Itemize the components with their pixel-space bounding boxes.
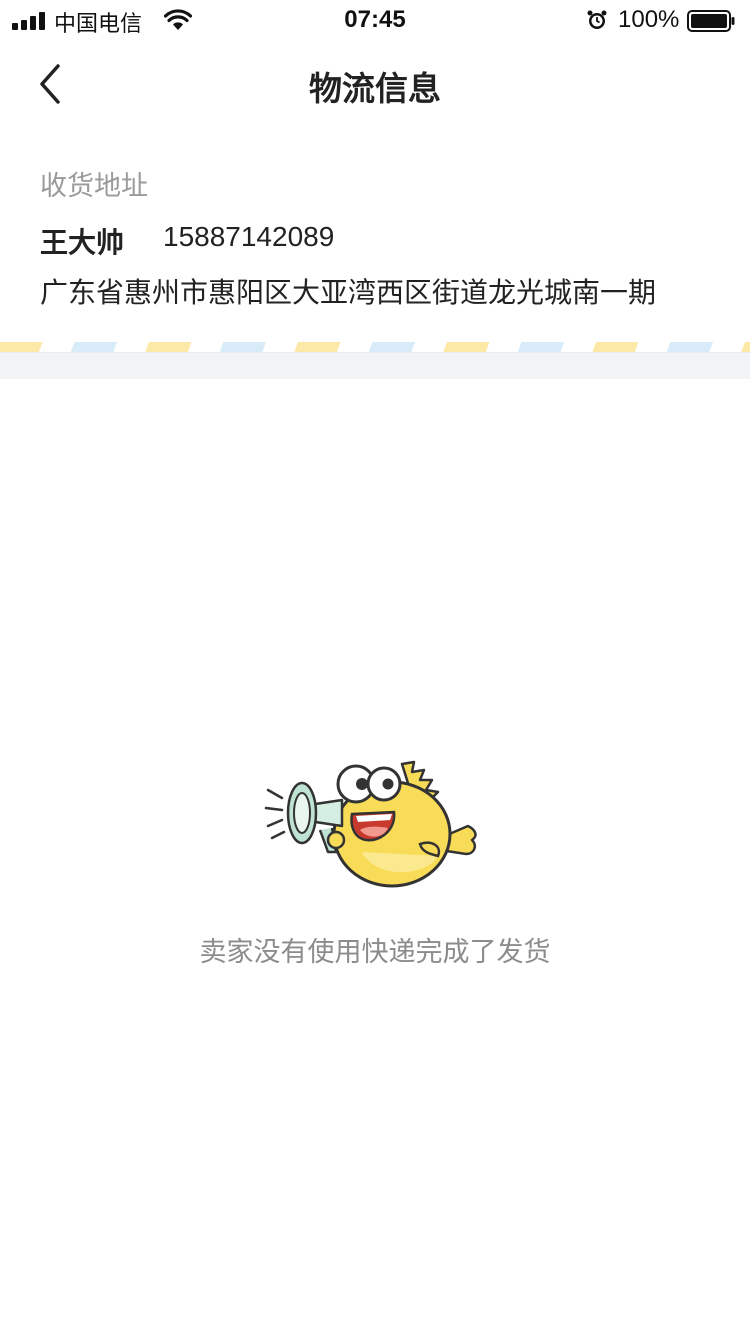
address-card: 收货地址 王大帅 15887142089 广东省惠州市惠阳区大亚湾西区街道龙光城…: [0, 150, 750, 350]
chevron-left-icon: [40, 64, 60, 104]
recipient-address: 广东省惠州市惠阳区大亚湾西区街道龙光城南一期: [40, 276, 657, 309]
carrier-label: 中国电信: [54, 12, 143, 37]
nav-bar: 物流信息: [0, 40, 750, 128]
wifi-icon: [164, 9, 192, 30]
battery-icon: [687, 10, 735, 32]
back-button[interactable]: [30, 60, 74, 108]
alarm-icon: [587, 10, 607, 29]
recipient-name: 王大帅: [40, 226, 125, 259]
envelope-stripe-divider: [0, 342, 750, 352]
section-divider: [0, 352, 750, 379]
status-bar: 中国电信 07:45 100%: [0, 0, 750, 40]
page-title: 物流信息: [309, 69, 441, 108]
address-section-label: 收货地址: [40, 171, 148, 202]
recipient-phone: 15887142089: [163, 221, 335, 252]
battery-percent: 100%: [618, 6, 680, 33]
empty-state-message: 卖家没有使用快递完成了发货: [199, 937, 551, 968]
fish-megaphone-illustration: [264, 760, 477, 888]
signal-icon: [12, 12, 45, 30]
